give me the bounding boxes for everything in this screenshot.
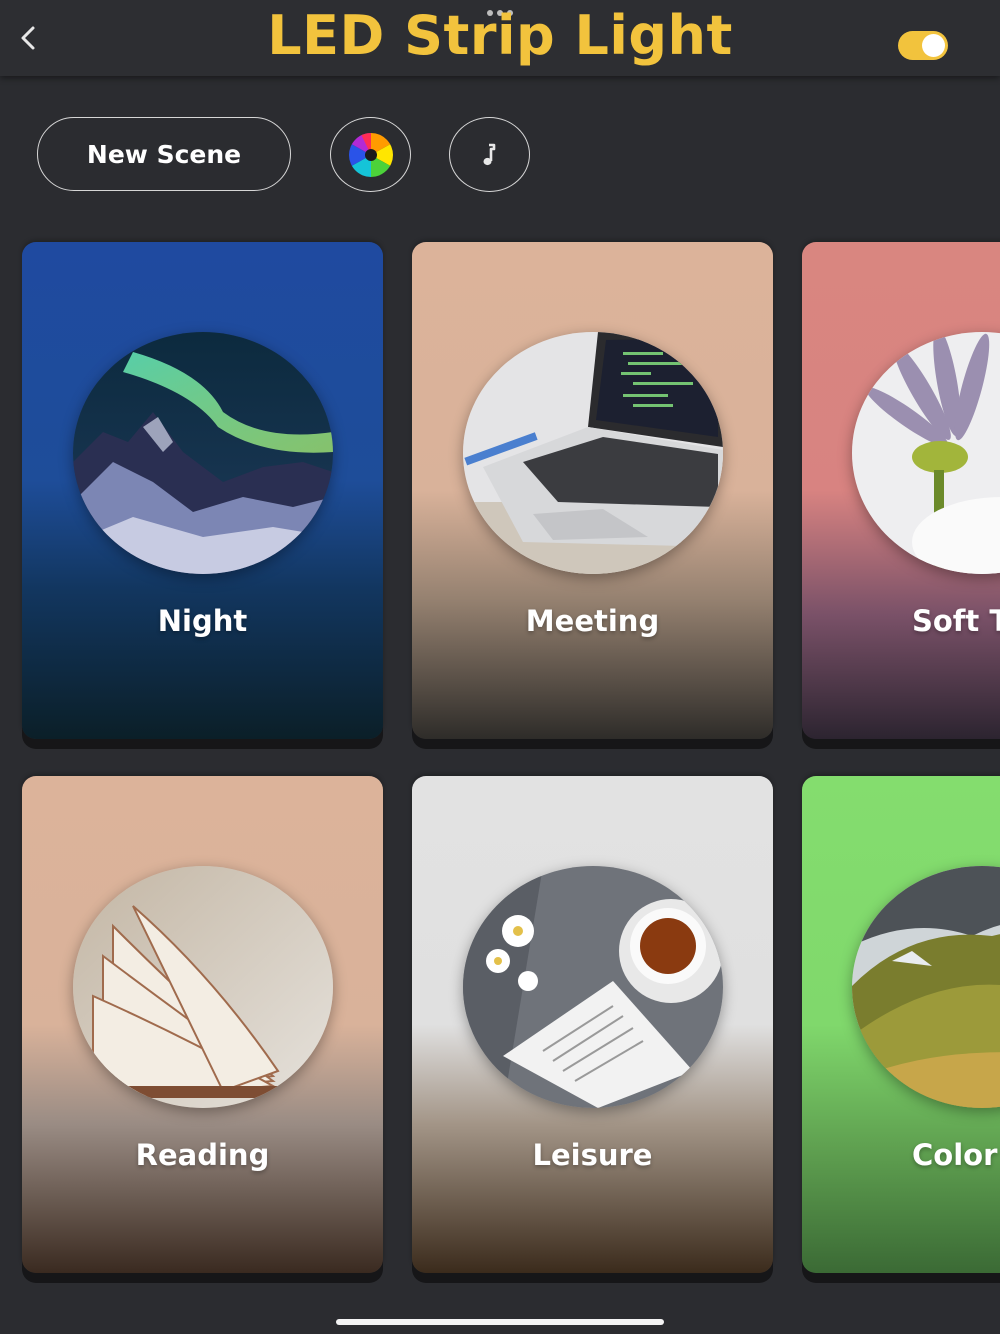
music-button[interactable] [449, 117, 530, 192]
scene-label: Soft T [912, 604, 1000, 638]
flower-image [852, 332, 1000, 574]
scene-label: Leisure [532, 1138, 653, 1172]
scene-photo-night [73, 332, 333, 574]
scene-card-color[interactable]: Color [802, 776, 1000, 1273]
music-note-icon [483, 143, 495, 165]
scene-label: Reading [135, 1138, 270, 1172]
scene-card-leisure[interactable]: Leisure [412, 776, 773, 1273]
scene-label: Night [157, 604, 248, 638]
scene-label: Meeting [525, 604, 660, 638]
scene-card-night[interactable]: Night [22, 242, 383, 739]
new-scene-button[interactable]: New Scene [37, 117, 291, 191]
scene-label: Color [912, 1138, 998, 1172]
color-wheel-icon [348, 132, 393, 177]
color-wheel-button[interactable] [330, 117, 411, 192]
power-toggle[interactable] [898, 31, 948, 60]
page-title: LED Strip Light [267, 4, 733, 67]
toggle-knob [922, 34, 945, 57]
scene-photo-leisure [463, 866, 723, 1108]
scene-card-meeting[interactable]: Meeting [412, 242, 773, 739]
hills-image [852, 866, 1000, 1108]
laptop-image [463, 332, 723, 574]
book-image [73, 866, 333, 1108]
scene-photo-soft [852, 332, 1000, 574]
scene-photo-meeting [463, 332, 723, 574]
scene-card-reading[interactable]: Reading [22, 776, 383, 1273]
tea-book-image [463, 866, 723, 1108]
aurora-mountain-image [73, 332, 333, 574]
scene-card-soft[interactable]: Soft T [802, 242, 1000, 739]
scene-photo-reading [73, 866, 333, 1108]
scene-photo-color [852, 866, 1000, 1108]
top-bar: LED Strip Light [0, 0, 1000, 76]
home-indicator[interactable] [336, 1319, 664, 1325]
